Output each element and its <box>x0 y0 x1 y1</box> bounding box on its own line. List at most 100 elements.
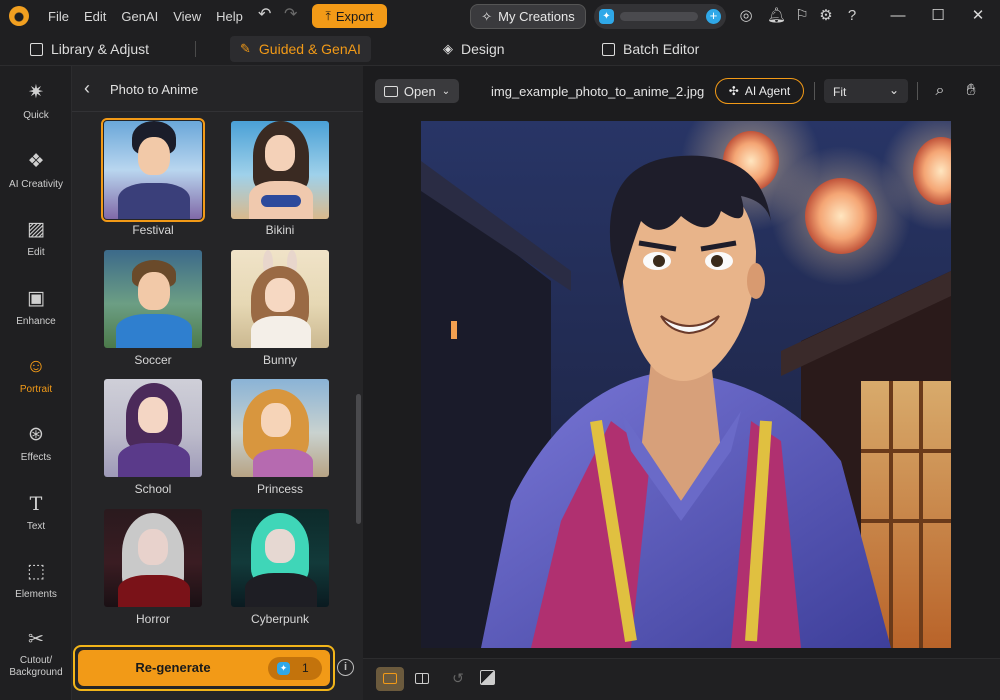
style-label-school: School <box>134 482 172 496</box>
magic-wand-icon: ✎ <box>240 41 251 56</box>
tab-batch-label: Batch Editor <box>623 41 700 57</box>
panel-scrollbar[interactable] <box>356 394 361 524</box>
rail-item-portrait[interactable]: ☺ Portrait <box>0 356 72 416</box>
my-creations-button[interactable]: ✧ My Creations <box>470 4 586 29</box>
menu-help[interactable]: Help <box>216 9 243 24</box>
help-icon[interactable]: ? <box>843 7 861 25</box>
style-thumb-cyberpunk[interactable] <box>231 509 329 607</box>
rail-label: Text <box>26 521 46 532</box>
style-thumb-soccer[interactable] <box>104 250 202 348</box>
rail-item-ai-creativity[interactable]: ❖ AI Creativity <box>0 151 72 211</box>
app-logo-icon <box>9 6 29 26</box>
style-label-princess: Princess <box>256 482 303 496</box>
style-thumb-bunny[interactable] <box>231 250 329 348</box>
tab-library-adjust[interactable]: Library & Adjust <box>30 36 149 62</box>
minimize-icon[interactable]: — <box>886 4 910 28</box>
zoom-select-value: Fit <box>833 85 847 99</box>
file-name: img_example_photo_to_anime_2.jpg <box>491 84 705 99</box>
style-label-cyberpunk: Cyberpunk <box>250 612 310 626</box>
regenerate-label[interactable]: Re-generate <box>78 650 268 686</box>
mode-tab-bar: Library & Adjust ✎ Guided & GenAI ◈ Desi… <box>0 32 1000 66</box>
info-icon[interactable]: i <box>337 659 354 676</box>
tab-library-label: Library & Adjust <box>51 41 150 57</box>
toolbar-divider <box>814 82 815 100</box>
tab-design[interactable]: ◈ Design <box>443 36 505 62</box>
pan-hand-icon[interactable]: ✋︎ <box>961 81 981 101</box>
zoom-select[interactable]: Fit ⌄ <box>824 79 908 103</box>
mode-divider <box>195 41 196 57</box>
menu-genai[interactable]: GenAI <box>121 9 158 24</box>
credit-balance-redacted <box>620 12 698 21</box>
account-icon[interactable]: ◎ <box>737 7 755 25</box>
rail-item-edit[interactable]: ▨ Edit <box>0 219 72 279</box>
single-view-icon <box>383 673 397 684</box>
regenerate-cost-badge: ✦ 1 <box>268 657 322 680</box>
ai-agent-button[interactable]: ✣ AI Agent <box>715 78 804 104</box>
rail-item-cutout-background[interactable]: ✂ Cutout/ Background <box>0 629 72 689</box>
redo-icon[interactable]: ↷ <box>284 6 302 24</box>
compare-icon[interactable] <box>480 670 495 685</box>
split-view-button[interactable] <box>408 667 436 691</box>
regenerate-cost: 1 <box>302 661 309 675</box>
rail-item-elements[interactable]: ⬚ Elements <box>0 561 72 621</box>
main-image[interactable] <box>421 121 951 648</box>
style-thumb-festival[interactable] <box>101 118 205 222</box>
rail-label: Quick <box>23 110 49 121</box>
tab-guided-genai[interactable]: ✎ Guided & GenAI <box>230 36 371 62</box>
tab-batch-editor[interactable]: Batch Editor <box>602 36 699 62</box>
maximize-icon[interactable]: ☐ <box>926 4 950 28</box>
my-creations-label: My Creations <box>498 9 575 24</box>
settings-gear-icon[interactable]: ⚙ <box>817 7 835 25</box>
style-thumb-bikini[interactable] <box>231 121 329 219</box>
single-view-button[interactable] <box>376 667 404 691</box>
sparkle-icon: ✧ <box>481 8 493 24</box>
export-label: Export <box>335 8 374 24</box>
rail-item-enhance[interactable]: ▣ Enhance <box>0 288 72 348</box>
rail-item-text[interactable]: T Text <box>0 493 72 553</box>
style-label-bunny: Bunny <box>262 353 298 367</box>
tab-design-label: Design <box>461 41 505 57</box>
toolbar-divider <box>917 82 918 100</box>
rail-label: Elements <box>15 589 57 600</box>
style-panel: ‹ Photo to Anime Festival Bikini Soccer <box>72 66 363 700</box>
undo-icon[interactable]: ↶ <box>258 6 276 24</box>
folder-icon <box>383 85 398 97</box>
style-thumb-horror[interactable] <box>104 509 202 607</box>
style-label-soccer: Soccer <box>134 353 172 367</box>
rail-label: Enhance <box>16 316 56 327</box>
notification-bell-icon[interactable]: 🔔︎ <box>767 7 786 25</box>
style-label-bikini: Bikini <box>265 223 295 237</box>
menu-view[interactable]: View <box>173 9 201 24</box>
close-icon[interactable]: ✕ <box>966 4 990 28</box>
rail-label: Cutout/ Background <box>9 655 63 678</box>
text-icon: T <box>29 493 43 515</box>
zoom-magnifier-icon[interactable]: ⌕ <box>930 81 950 101</box>
menu-edit[interactable]: Edit <box>84 9 106 24</box>
anime-portrait-illustration <box>421 121 951 648</box>
credits-pill[interactable]: ✦ + <box>594 4 726 29</box>
open-button[interactable]: Open ⌄ <box>375 79 459 103</box>
rail-item-effects[interactable]: ⊛ Effects <box>0 424 72 484</box>
open-label: Open <box>403 83 436 99</box>
rail-label: AI Creativity <box>9 179 63 190</box>
style-label-festival: Festival <box>132 223 174 237</box>
export-button[interactable]: ⤒ Export <box>312 4 387 28</box>
style-label-horror: Horror <box>135 612 170 626</box>
panel-header: ‹ Photo to Anime <box>72 66 363 112</box>
upload-icon: ⤒ <box>325 8 331 23</box>
menu-file[interactable]: File <box>48 9 69 24</box>
style-thumb-school[interactable] <box>104 379 202 477</box>
library-icon <box>30 42 43 56</box>
ai-creativity-icon: ❖ <box>27 151 45 172</box>
style-thumb-princess[interactable] <box>231 379 329 477</box>
portrait-icon: ☺ <box>26 356 46 377</box>
feedback-icon[interactable]: ⚐ <box>793 7 811 25</box>
add-credits-icon[interactable]: + <box>706 9 721 24</box>
panel-title: Photo to Anime <box>110 82 199 97</box>
style-grid: Festival Bikini Soccer Bunny School Prin… <box>72 113 363 688</box>
ai-agent-label: AI Agent <box>744 84 791 98</box>
back-chevron-icon[interactable]: ‹ <box>84 79 100 97</box>
history-icon[interactable]: ↺ <box>450 670 466 686</box>
ai-agent-icon: ✣ <box>728 84 739 98</box>
rail-item-quick[interactable]: ✷ Quick <box>0 82 72 142</box>
